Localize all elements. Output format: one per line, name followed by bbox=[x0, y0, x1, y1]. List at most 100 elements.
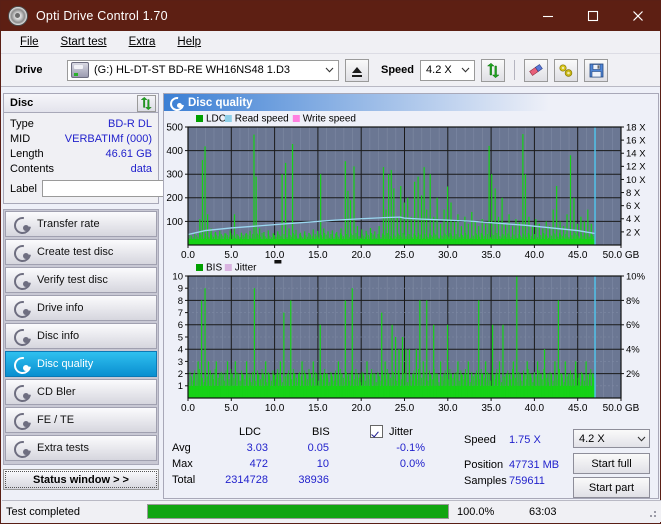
save-button[interactable] bbox=[584, 58, 609, 82]
disc-icon bbox=[10, 353, 35, 378]
start-full-button[interactable]: Start full bbox=[573, 453, 650, 474]
stats-max-bis: 10 bbox=[316, 458, 329, 470]
svg-text:Write speed: Write speed bbox=[303, 114, 356, 125]
speed-label: Speed bbox=[381, 64, 415, 76]
stats-row-avg-label: Avg bbox=[172, 442, 191, 454]
svg-text:4%: 4% bbox=[626, 345, 640, 356]
statistics-area: LDC BIS Avg 3.03 0.05 Max 472 10 Total 2… bbox=[164, 424, 658, 498]
close-button[interactable] bbox=[615, 1, 660, 31]
svg-text:BIS: BIS bbox=[206, 263, 222, 274]
sidebar-item-fe-te[interactable]: FE / TE bbox=[5, 407, 157, 434]
disc-row-length: Length 46.61 GB bbox=[10, 146, 152, 161]
svg-text:400: 400 bbox=[166, 146, 183, 157]
window-controls bbox=[525, 1, 660, 31]
svg-text:Read speed: Read speed bbox=[235, 114, 289, 125]
speed-select-value: 4.2 X bbox=[426, 64, 452, 76]
charts-area: LDC Read speed Write speed 100 200 300 400 500 2… bbox=[164, 111, 658, 441]
maximize-button[interactable] bbox=[570, 1, 615, 31]
minimize-button[interactable] bbox=[525, 1, 570, 31]
start-part-button[interactable]: Start part bbox=[573, 477, 650, 498]
drive-select[interactable]: (G:) HL-DT-ST BD-RE WH16NS48 1.D3 bbox=[67, 59, 339, 81]
disc-type-key: Type bbox=[10, 117, 34, 130]
svg-text:Jitter: Jitter bbox=[235, 263, 257, 274]
eject-button[interactable] bbox=[345, 58, 369, 82]
svg-text:18 X: 18 X bbox=[626, 122, 646, 133]
menu-item-extra[interactable]: Extra bbox=[118, 34, 167, 50]
checkbox-icon bbox=[370, 425, 383, 438]
progress-percent: 100.0% bbox=[457, 505, 495, 518]
stats-avg-jitter: -0.1% bbox=[396, 442, 425, 454]
disc-icon bbox=[10, 325, 35, 350]
disc-row-type: Type BD-R DL bbox=[10, 116, 152, 131]
disc-quality-charts: LDC Read speed Write speed 100 200 300 400 500 2… bbox=[166, 114, 646, 415]
svg-text:100: 100 bbox=[166, 217, 183, 228]
svg-text:LDC: LDC bbox=[206, 114, 226, 125]
svg-text:10%: 10% bbox=[626, 271, 646, 282]
test-speed-select[interactable]: 4.2 X bbox=[573, 429, 650, 448]
sidebar-item-cd-bler[interactable]: CD Bler bbox=[5, 379, 157, 406]
sidebar-item-transfer-rate[interactable]: Transfer rate bbox=[5, 211, 157, 238]
sidebar-label-create-test-disc: Create test disc bbox=[37, 246, 114, 258]
svg-text:40.0: 40.0 bbox=[525, 403, 545, 414]
stats-row-max-label: Max bbox=[172, 458, 193, 470]
svg-text:5.0: 5.0 bbox=[224, 403, 238, 414]
refresh-button[interactable] bbox=[481, 58, 506, 82]
wrench-icon bbox=[559, 63, 573, 77]
stats-total-ldc: 2314728 bbox=[225, 474, 268, 486]
refresh-icon bbox=[140, 96, 152, 110]
sidebar-item-disc-info[interactable]: Disc info bbox=[5, 323, 157, 350]
svg-text:40.0: 40.0 bbox=[525, 250, 545, 261]
menu-item-help[interactable]: Help bbox=[166, 34, 212, 50]
page-title: Disc quality bbox=[188, 96, 253, 109]
menu-item-start-test[interactable]: Start test bbox=[50, 34, 118, 50]
svg-text:0.0: 0.0 bbox=[181, 403, 195, 414]
svg-text:8: 8 bbox=[178, 296, 183, 307]
menu-start-test-label: Start test bbox=[60, 36, 107, 48]
sidebar-label-extra-tests: Extra tests bbox=[37, 442, 89, 454]
samples-label: Samples bbox=[464, 475, 507, 487]
svg-text:45.0: 45.0 bbox=[568, 250, 588, 261]
left-panel: Disc Type BD-R DL MID VERBATIMf (000) Le… bbox=[3, 93, 245, 490]
svg-text:2: 2 bbox=[178, 369, 183, 380]
disc-icon bbox=[10, 241, 35, 266]
speed-result-value: 1.75 X bbox=[509, 434, 541, 446]
test-nav-list: Transfer rate Create test disc Verify te… bbox=[3, 209, 159, 465]
sidebar-item-drive-info[interactable]: Drive info bbox=[5, 295, 157, 322]
sidebar-item-extra-tests[interactable]: Extra tests bbox=[5, 435, 157, 462]
status-window-button[interactable]: Status window > > bbox=[3, 469, 159, 490]
tools-button[interactable] bbox=[554, 58, 579, 82]
disc-icon bbox=[10, 213, 35, 238]
disc-mid-key: MID bbox=[10, 132, 31, 145]
speed-result-label: Speed bbox=[464, 434, 496, 446]
stats-col-bis: BIS bbox=[312, 426, 330, 438]
drive-toolbar: Drive (G:) HL-DT-ST BD-RE WH16NS48 1.D3 … bbox=[1, 54, 660, 87]
svg-text:2 X: 2 X bbox=[626, 227, 641, 238]
elapsed-time: 63:03 bbox=[529, 505, 557, 518]
save-icon bbox=[589, 63, 603, 77]
sidebar-label-disc-info: Disc info bbox=[37, 330, 80, 342]
window-title: Opti Drive Control 1.70 bbox=[36, 9, 168, 23]
svg-text:7: 7 bbox=[178, 308, 183, 319]
test-speed-value: 4.2 X bbox=[579, 432, 605, 445]
sidebar-label-disc-quality: Disc quality bbox=[37, 358, 94, 370]
menu-item-file[interactable]: File bbox=[9, 34, 50, 50]
disc-refresh-button[interactable] bbox=[137, 94, 156, 112]
speed-select[interactable]: 4.2 X bbox=[420, 59, 476, 81]
svg-text:35.0: 35.0 bbox=[481, 250, 501, 261]
erase-button[interactable] bbox=[524, 58, 549, 82]
start-part-label: Start part bbox=[588, 481, 635, 494]
sidebar-item-verify-test-disc[interactable]: Verify test disc bbox=[5, 267, 157, 294]
refresh-icon bbox=[486, 62, 500, 78]
position-label: Position bbox=[464, 459, 504, 471]
sidebar-item-disc-quality[interactable]: Disc quality bbox=[5, 351, 157, 378]
sidebar-item-create-test-disc[interactable]: Create test disc bbox=[5, 239, 157, 266]
sidebar-label-cd-bler: CD Bler bbox=[37, 386, 76, 398]
svg-text:10 X: 10 X bbox=[626, 175, 646, 186]
menu-bar: File Start test Extra Help bbox=[1, 31, 660, 54]
svg-text:14 X: 14 X bbox=[626, 149, 646, 160]
jitter-checkbox[interactable] bbox=[370, 425, 383, 439]
samples-value: 759611 bbox=[509, 475, 545, 487]
resize-grip-icon[interactable] bbox=[646, 507, 658, 519]
svg-text:8 X: 8 X bbox=[626, 188, 641, 199]
svg-text:25.0: 25.0 bbox=[395, 403, 415, 414]
